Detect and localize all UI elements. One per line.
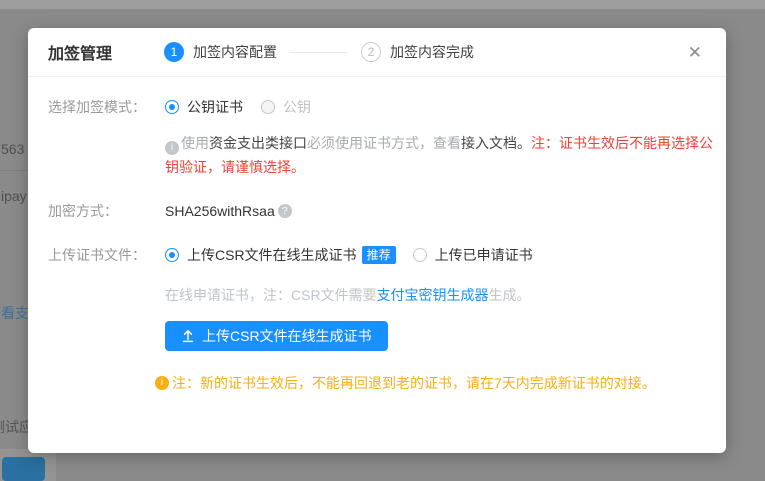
note-text: 生成。 (489, 287, 531, 303)
form-row-sign-mode: 选择加签模式： 公钥证书 公钥 (48, 97, 702, 117)
encrypt-method-value: SHA256withRsaa (165, 203, 275, 219)
background-divider (0, 170, 28, 171)
cert-upload-label: 上传证书文件： (48, 245, 148, 265)
step-2-circle: 2 (361, 42, 381, 62)
radio-public-key-cert[interactable]: 公钥证书 (165, 97, 243, 117)
upload-icon (181, 329, 195, 343)
cert-switch-warning-text: 注：新的证书生效后，不能再回退到老的证书，请在7天内完成新证书的对接。 (172, 373, 656, 393)
note-text: 必须使用证书方式，查看 (307, 135, 461, 151)
dialog-body: 选择加签模式： 公钥证书 公钥 i使用资金支出类接口必须使用证书方式，查看接入文… (28, 77, 726, 393)
background-primary-button (2, 457, 45, 481)
radio-csr-online[interactable]: 上传CSR文件在线生成证书 推荐 (165, 245, 396, 265)
docs-link[interactable]: 接入文档 (461, 135, 517, 151)
radio-public-key-label: 公钥 (283, 97, 311, 117)
sign-management-dialog: 加签管理 1 加签内容配置 2 加签内容完成 ✕ 选择加签模式： 公钥证书 (28, 28, 726, 453)
upload-csr-button-label: 上传CSR文件在线生成证书 (202, 326, 372, 346)
step-1-circle: 1 (164, 42, 184, 62)
dialog-title: 加签管理 (48, 40, 112, 64)
radio-csr-online-label: 上传CSR文件在线生成证书 (187, 245, 357, 265)
radio-existing-cert[interactable]: 上传已申请证书 (413, 245, 533, 265)
sign-mode-note: i使用资金支出类接口必须使用证书方式，查看接入文档。注：证书生效后不能再选择公钥… (165, 131, 713, 179)
background-partial-text: ipay (1, 188, 27, 204)
close-icon[interactable]: ✕ (688, 44, 702, 61)
radio-icon[interactable] (165, 248, 179, 262)
form-row-cert-upload: 上传证书文件： 上传CSR文件在线生成证书 推荐 上传已申请证书 (48, 245, 702, 265)
background-partial-text: 563 (1, 141, 24, 157)
radio-existing-cert-label: 上传已申请证书 (435, 245, 533, 265)
step-connector (290, 52, 348, 53)
note-text: 使用 (181, 135, 209, 151)
background-partial-link: 查看支 (0, 303, 29, 323)
radio-icon[interactable] (165, 100, 179, 114)
recommended-badge: 推荐 (362, 246, 396, 264)
radio-public-key-cert-label: 公钥证书 (187, 97, 243, 117)
note-text: 在线申请证书，注：CSR文件需要 (165, 287, 377, 303)
step-1: 1 加签内容配置 (164, 42, 277, 62)
warning-info-icon: i (155, 376, 169, 390)
help-icon[interactable]: ? (278, 204, 292, 218)
encrypt-method-label: 加密方式： (48, 201, 148, 221)
form-row-encrypt-method: 加密方式： SHA256withRsaa ? (48, 201, 702, 221)
radio-icon[interactable] (413, 248, 427, 262)
dialog-header: 加签管理 1 加签内容配置 2 加签内容完成 ✕ (28, 28, 726, 77)
background-topbar (0, 0, 765, 9)
note-text: 。 (517, 135, 531, 151)
radio-public-key[interactable]: 公钥 (261, 97, 311, 117)
step-1-label: 加签内容配置 (193, 42, 277, 62)
key-generator-link[interactable]: 支付宝密钥生成器 (377, 287, 489, 303)
cert-switch-warning: i 注：新的证书生效后，不能再回退到老的证书，请在7天内完成新证书的对接。 (155, 373, 702, 393)
sign-mode-label: 选择加签模式： (48, 97, 148, 117)
radio-icon[interactable] (261, 100, 275, 114)
step-2-label: 加签内容完成 (390, 42, 474, 62)
steps-indicator: 1 加签内容配置 2 加签内容完成 (164, 42, 474, 62)
info-icon: i (165, 141, 179, 155)
step-2: 2 加签内容完成 (361, 42, 474, 62)
csr-helper-note: 在线申请证书，注：CSR文件需要支付宝密钥生成器生成。 (165, 285, 702, 305)
note-strong-text: 资金支出类接口 (209, 135, 307, 151)
upload-csr-button[interactable]: 上传CSR文件在线生成证书 (165, 321, 388, 351)
